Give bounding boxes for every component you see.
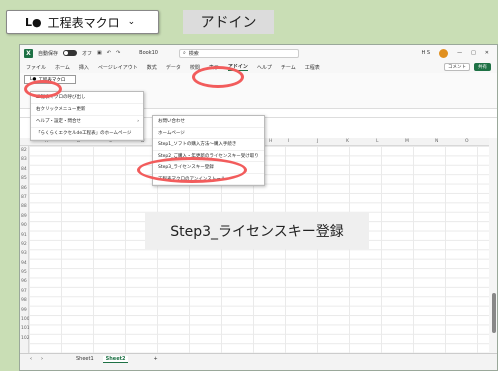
- save-icon[interactable]: ▣: [97, 50, 102, 56]
- title-bar: X 自動保存 オフ ▣ ↶ ↷ Book10 ⌕ 検索 H S — □ ✕: [20, 45, 497, 61]
- menu-item-homepage[interactable]: 「らくらくエクセルde工程表」のホームページ: [31, 128, 143, 140]
- row-header[interactable]: 82: [20, 146, 28, 155]
- chevron-right-icon: ›: [137, 119, 139, 124]
- close-button[interactable]: ✕: [485, 50, 489, 56]
- col-header[interactable]: J: [317, 139, 318, 144]
- row-header[interactable]: 101: [20, 324, 30, 333]
- row-header[interactable]: 99: [20, 306, 28, 315]
- filename: Book10: [139, 50, 158, 56]
- row-headers: 82 83 84 85 86 87 88 89 90 91 92 93 94 9…: [20, 146, 30, 353]
- menu-item-label: 「らくらくエクセルde工程表」のホームページ: [36, 131, 132, 136]
- tab-home[interactable]: ホーム: [55, 64, 70, 71]
- tab-view[interactable]: 表示: [209, 64, 219, 71]
- col-header[interactable]: K: [346, 139, 349, 144]
- tab-help[interactable]: ヘルプ: [257, 64, 272, 71]
- row-header[interactable]: 93: [20, 249, 28, 258]
- submenu-item-homepage[interactable]: ホームページ: [153, 128, 264, 139]
- help-submenu: お問い合わせ ホームページ Step1_ソフトの購入方法～購入手続き Step2…: [152, 115, 265, 186]
- menu-item-help-settings[interactable]: ヘルプ・設定・問合せ ›: [31, 116, 143, 128]
- tab-addins[interactable]: アドイン: [227, 63, 248, 71]
- search-icon: ⌕: [182, 50, 186, 56]
- row-header[interactable]: 102: [20, 334, 30, 343]
- search-box[interactable]: ⌕ 検索: [178, 48, 299, 58]
- chevron-down-icon: ⌄: [127, 17, 136, 27]
- macro-button-label: 工程表マクロ: [47, 15, 120, 30]
- col-header[interactable]: I: [288, 139, 289, 144]
- row-header[interactable]: 86: [20, 184, 28, 193]
- menu-item-label: 右クリックメニュー更新: [36, 107, 86, 112]
- menu-item-update-context-menu[interactable]: 右クリックメニュー更新: [31, 104, 143, 116]
- col-header[interactable]: M: [405, 139, 409, 144]
- minimize-button[interactable]: —: [457, 50, 462, 56]
- autosave-label: 自動保存: [38, 50, 59, 57]
- col-header[interactable]: O: [465, 139, 469, 144]
- col-header[interactable]: N: [435, 139, 438, 144]
- ribbon-tabs: ファイル ホーム 挿入 ページレイアウト 数式 データ 校閲 表示 アドイン ヘ…: [20, 61, 497, 73]
- submenu-item-uninstall[interactable]: 工程表マクロのアンインストール: [153, 174, 264, 185]
- menu-item-label: ヘルプ・設定・問合せ: [36, 119, 81, 124]
- search-placeholder: 検索: [188, 50, 199, 57]
- row-header[interactable]: 94: [20, 259, 28, 268]
- user-initials: H S: [421, 50, 431, 56]
- submenu-item-step1[interactable]: Step1_ソフトの購入方法～購入手続き: [153, 139, 264, 151]
- maximize-button[interactable]: □: [471, 50, 476, 56]
- excel-window: X 自動保存 オフ ▣ ↶ ↷ Book10 ⌕ 検索 H S — □ ✕ ファ…: [19, 44, 498, 371]
- row-header[interactable]: 89: [20, 212, 28, 221]
- tab-file[interactable]: ファイル: [26, 64, 46, 71]
- status-bar: [20, 364, 497, 370]
- menu-item-label: 工程表マクロの呼び出し: [36, 95, 86, 100]
- macro-button-callout: L● 工程表マクロ ⌄: [6, 10, 159, 34]
- row-header[interactable]: 97: [20, 287, 28, 296]
- row-header[interactable]: 96: [20, 277, 28, 286]
- row-header[interactable]: 84: [20, 165, 28, 174]
- autosave-toggle[interactable]: [63, 50, 78, 56]
- autosave-state: オフ: [82, 50, 93, 57]
- vertical-scrollbar[interactable]: [489, 138, 497, 353]
- ribbon-macro-button[interactable]: L● 工程表マクロ: [24, 75, 76, 84]
- macro-icon: L●: [30, 77, 37, 82]
- excel-logo-icon: X: [24, 48, 33, 58]
- row-header[interactable]: 91: [20, 231, 28, 240]
- menu-item-call-macro[interactable]: 工程表マクロの呼び出し: [31, 92, 143, 104]
- row-header[interactable]: 90: [20, 221, 28, 230]
- tab-formulas[interactable]: 数式: [147, 64, 157, 71]
- row-header[interactable]: 87: [20, 193, 28, 202]
- tab-data[interactable]: データ: [166, 64, 181, 71]
- addin-tab-callout: アドイン: [183, 10, 274, 34]
- scroll-left-icon[interactable]: ‹: [30, 356, 32, 362]
- add-sheet-button[interactable]: +: [153, 356, 157, 362]
- submenu-item-step3[interactable]: Step3_ライセンスキー登録: [153, 162, 264, 174]
- undo-icon[interactable]: ↶: [107, 50, 111, 56]
- tab-schedule[interactable]: 工程表: [305, 64, 320, 71]
- step3-caption: Step3_ライセンスキー登録: [145, 212, 369, 249]
- scrollbar-thumb[interactable]: [492, 293, 496, 333]
- row-header[interactable]: 100: [20, 315, 30, 324]
- row-header[interactable]: 83: [20, 155, 28, 164]
- avatar[interactable]: [439, 48, 449, 58]
- tab-page-layout[interactable]: ページレイアウト: [98, 64, 138, 71]
- tab-team[interactable]: チーム: [281, 64, 296, 71]
- tab-insert[interactable]: 挿入: [79, 64, 89, 71]
- row-header[interactable]: 88: [20, 202, 28, 211]
- submenu-item-step2[interactable]: Step2_ご購入・年更新のライセンスキー受け取り: [153, 151, 264, 162]
- row-header[interactable]: 85: [20, 174, 28, 183]
- sheet-tab[interactable]: Sheet1: [76, 356, 94, 362]
- col-header[interactable]: H: [269, 139, 272, 144]
- share-button[interactable]: 共有: [474, 63, 491, 71]
- scroll-right-icon[interactable]: ›: [41, 356, 43, 362]
- row-header[interactable]: 92: [20, 240, 28, 249]
- row-header[interactable]: 98: [20, 296, 28, 305]
- redo-icon[interactable]: ↷: [116, 50, 120, 56]
- sheet-tab-active[interactable]: Sheet2: [102, 355, 129, 363]
- tab-review[interactable]: 校閲: [190, 64, 200, 71]
- macro-icon: L●: [25, 15, 42, 29]
- row-header[interactable]: 95: [20, 268, 28, 277]
- col-header[interactable]: L: [376, 139, 379, 144]
- macro-dropdown-menu: 工程表マクロの呼び出し 右クリックメニュー更新 ヘルプ・設定・問合せ › 「らく…: [30, 91, 144, 141]
- ribbon-macro-label: 工程表マクロ: [38, 77, 66, 83]
- comment-button[interactable]: コメント: [444, 63, 470, 71]
- sheet-tabs: ‹ › Sheet1 Sheet2 +: [20, 353, 497, 364]
- submenu-item-contact[interactable]: お問い合わせ: [153, 116, 264, 128]
